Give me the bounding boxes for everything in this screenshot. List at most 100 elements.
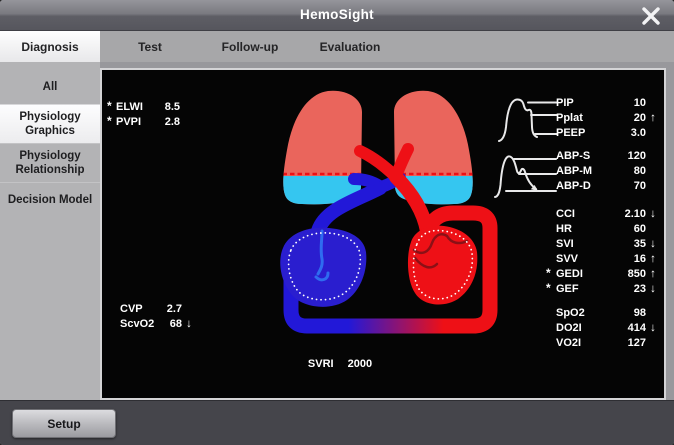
param-value: 120	[604, 150, 646, 162]
tab-label: Follow-up	[222, 40, 279, 54]
param-row: SpO2 98	[546, 305, 660, 320]
param-row: DO2I 414 ↓	[546, 320, 660, 335]
param-label: CCI	[556, 208, 604, 220]
param-row: ABP-D 70	[546, 178, 660, 193]
sidebar: All Physiology Graphics Physiology Relat…	[0, 62, 100, 400]
trend-arrow: ↓	[182, 318, 196, 330]
param-value: 10	[604, 97, 646, 109]
trend-arrow: ↓	[646, 208, 660, 220]
setup-button[interactable]: Setup	[12, 409, 116, 438]
param-row: * PVPI 2.8	[107, 114, 192, 129]
abp-group: ABP-S 120 ABP-M 80 ABP-D	[546, 148, 660, 193]
param-value: 23	[604, 283, 646, 295]
title-bar: HemoSight	[0, 0, 674, 31]
param-label: ABP-M	[556, 165, 604, 177]
param-label: ELWI	[116, 101, 156, 113]
param-row: * ELWI 8.5	[107, 99, 192, 114]
param-row: PIP 10	[546, 95, 660, 110]
elwi-group: * ELWI 8.5 * PVPI 2.8	[107, 99, 192, 129]
param-label: ScvO2	[120, 318, 160, 330]
param-value: 70	[604, 180, 646, 192]
param-value: 850	[604, 268, 646, 280]
param-value: 2.10	[604, 208, 646, 220]
param-label: SpO2	[556, 307, 604, 319]
param-star: *	[107, 116, 116, 127]
body: All Physiology Graphics Physiology Relat…	[0, 62, 674, 400]
param-row: VO2I 127	[546, 335, 660, 350]
param-label: Pplat	[556, 112, 604, 124]
trend-arrow: ↑	[646, 268, 660, 280]
param-label: GEF	[556, 283, 604, 295]
param-row: SVI 35 ↓	[546, 236, 660, 251]
tab-label: Diagnosis	[21, 40, 78, 54]
param-label: ABP-D	[556, 180, 604, 192]
trend-arrow: ↓	[646, 238, 660, 250]
param-value: 2.7	[160, 303, 182, 315]
sidebar-item-physiology-graphics[interactable]: Physiology Graphics	[0, 104, 100, 143]
param-row: Pplat 20 ↑	[546, 110, 660, 125]
tab-evaluation[interactable]: Evaluation	[300, 31, 400, 62]
param-row: SVV 16 ↑	[546, 251, 660, 266]
setup-button-label: Setup	[47, 417, 80, 431]
trend-arrow: ↓	[646, 283, 660, 295]
param-row: CCI 2.10 ↓	[546, 206, 660, 221]
tab-diagnosis[interactable]: Diagnosis	[0, 31, 100, 62]
param-value: 3.0	[604, 127, 646, 139]
param-label: SVI	[556, 238, 604, 250]
param-row: PEEP 3.0	[546, 125, 660, 140]
tab-label: Test	[138, 40, 162, 54]
param-value: 16	[604, 253, 646, 265]
param-value: 8.5	[156, 101, 180, 113]
param-value: 68	[160, 318, 182, 330]
close-icon	[641, 7, 661, 25]
main-area: * ELWI 8.5 * PVPI 2.8	[100, 62, 674, 400]
param-label: PEEP	[556, 127, 604, 139]
tab-label: Evaluation	[320, 40, 381, 54]
param-value: 35	[604, 238, 646, 250]
red-heart	[408, 226, 477, 305]
param-value: 80	[604, 165, 646, 177]
sidebar-item-decision-model[interactable]: Decision Model	[0, 182, 100, 216]
cvp-group: CVP 2.7 ScvO2 68 ↓	[110, 301, 196, 331]
param-star: *	[546, 283, 556, 294]
param-label: GEDI	[556, 268, 604, 280]
trend-arrow: ↓	[646, 322, 660, 334]
blue-heart	[280, 228, 366, 307]
param-row: * GEDI 850 ↑	[546, 266, 660, 281]
oxy-group: SpO2 98 DO2I 414 ↓ VO2I	[546, 305, 660, 350]
param-row: ABP-M 80	[546, 163, 660, 178]
param-label: DO2I	[556, 322, 604, 334]
param-label: SVRI	[308, 358, 334, 370]
tab-strip: Diagnosis Test Follow-up Evaluation	[0, 31, 674, 62]
tab-test[interactable]: Test	[100, 31, 200, 62]
param-row: ABP-S 120	[546, 148, 660, 163]
tab-follow-up[interactable]: Follow-up	[200, 31, 300, 62]
trend-arrow: ↑	[646, 112, 660, 124]
param-value: 98	[604, 307, 646, 319]
close-button[interactable]	[638, 5, 664, 27]
sidebar-item-physiology-relationship[interactable]: Physiology Relationship	[0, 143, 100, 182]
param-label: SVV	[556, 253, 604, 265]
sidebar-item-all[interactable]: All	[0, 70, 100, 104]
param-value: 2.8	[156, 116, 180, 128]
param-value: 2000	[348, 358, 372, 370]
param-label: VO2I	[556, 337, 604, 349]
param-value: 127	[604, 337, 646, 349]
vent-group: PIP 10 Pplat 20 ↑ PEEP	[546, 95, 660, 140]
param-label: CVP	[120, 303, 160, 315]
footer-bar: Setup	[0, 400, 674, 445]
param-row: ScvO2 68 ↓	[110, 316, 196, 331]
param-value: 414	[604, 322, 646, 334]
param-row: * GEF 23 ↓	[546, 281, 660, 296]
svri-row: SVRI 2000	[270, 358, 410, 370]
param-row: CVP 2.7	[110, 301, 196, 316]
param-row: HR 60	[546, 221, 660, 236]
hemo-group: CCI 2.10 ↓ HR 60 SVI	[546, 206, 660, 296]
param-label: PVPI	[116, 116, 156, 128]
physiology-panel: * ELWI 8.5 * PVPI 2.8	[100, 68, 666, 400]
param-star: *	[546, 268, 556, 279]
trend-arrow: ↑	[646, 253, 660, 265]
param-label: ABP-S	[556, 150, 604, 162]
param-label: HR	[556, 223, 604, 235]
param-star: *	[107, 101, 116, 112]
